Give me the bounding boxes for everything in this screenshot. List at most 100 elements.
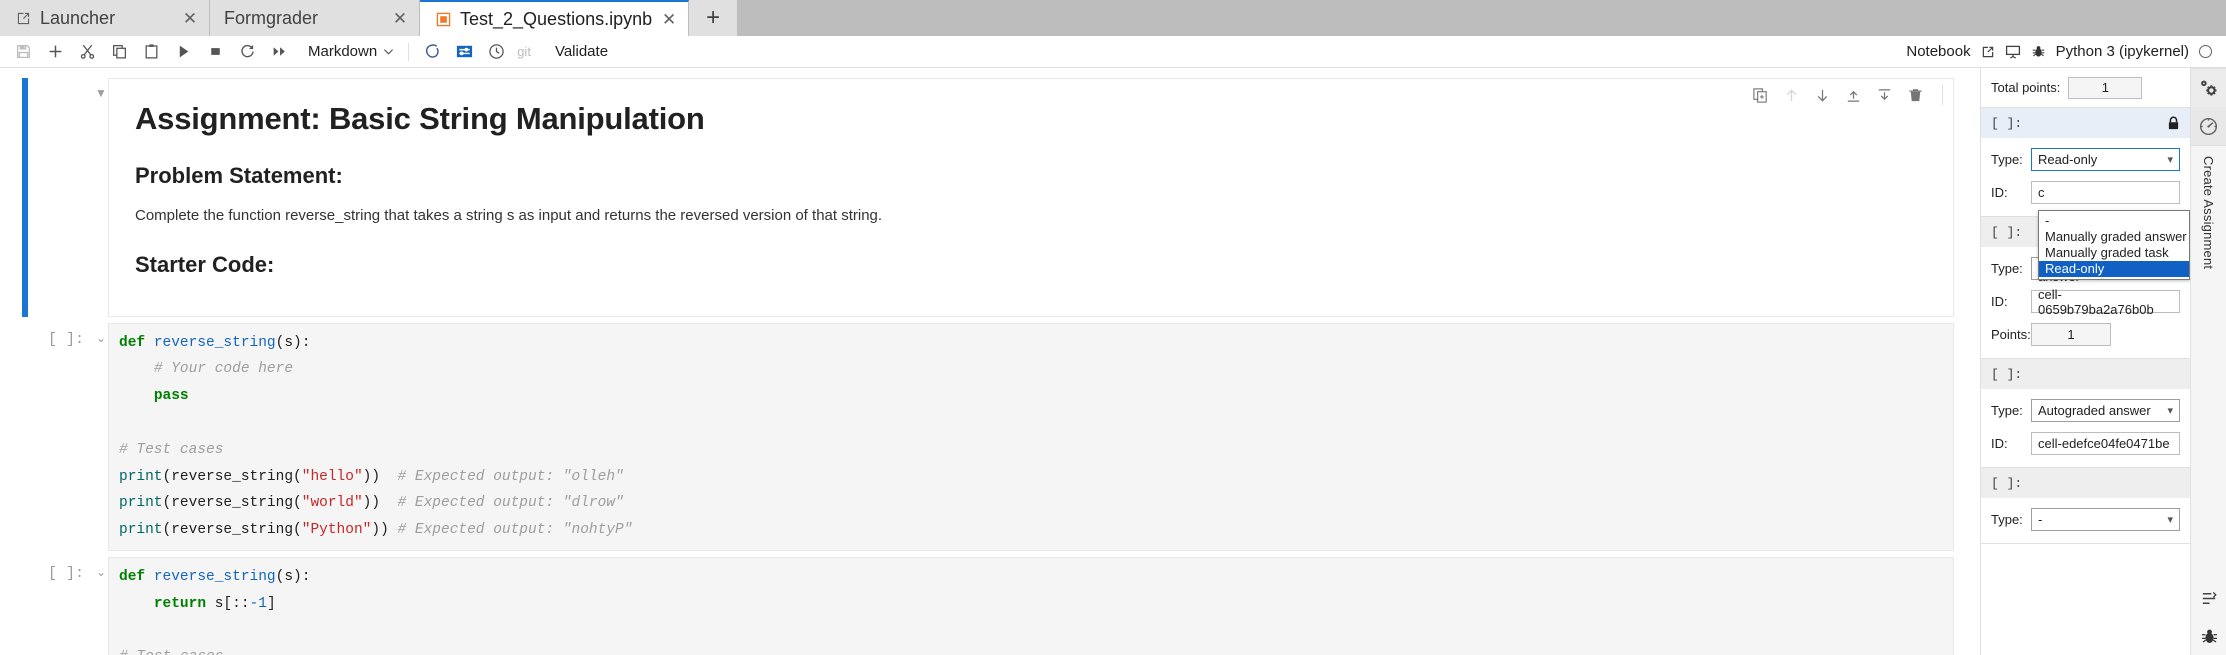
- run-icon[interactable]: [168, 39, 198, 65]
- section-heading-starter-code: Starter Code:: [135, 251, 275, 277]
- bug-icon[interactable]: [2031, 44, 2046, 59]
- id-label: ID:: [1991, 185, 2008, 200]
- clock-icon[interactable]: [481, 39, 511, 65]
- add-icon[interactable]: [40, 39, 70, 65]
- notebook-mode-label[interactable]: Notebook: [1906, 43, 1970, 60]
- toolbar-separator: [408, 42, 410, 61]
- cell-prompt: [28, 78, 94, 317]
- nbgrader-cell-4-header: [ ]:: [1981, 468, 2190, 498]
- nbgrader-create-assignment-panel: Total points: 1 [ ]: Type: Read-only ▾ I…: [1980, 68, 2190, 655]
- external-link-icon[interactable]: [1981, 45, 1995, 59]
- cell-type-select-3[interactable]: Autograded answer ▾: [2031, 399, 2180, 422]
- cell-id-input-3[interactable]: cell-edefce04fe0471be: [2031, 432, 2180, 455]
- kernel-name-label[interactable]: Python 3 (ipykernel): [2056, 43, 2189, 60]
- right-activity-bar: Create Assignment: [2190, 68, 2226, 655]
- id-label: ID:: [1991, 436, 2008, 451]
- cell-prompt-label: [ ]:: [1991, 224, 2023, 240]
- right-bar-bottom-group: [2191, 579, 2226, 655]
- notebook-toolbar: Markdown git Validate Notebook Python 3 …: [0, 36, 2226, 68]
- cell-collapser-icon[interactable]: ⌄: [94, 557, 108, 655]
- code-editor-2[interactable]: def reverse_string(s): return s[::-1] # …: [108, 557, 1954, 655]
- chevron-down-icon: ▾: [2167, 405, 2173, 417]
- code-source-2: def reverse_string(s): return s[::-1] # …: [119, 569, 311, 655]
- nbgrader-cell-1-header: [ ]:: [1981, 108, 2190, 138]
- total-points-label: Total points:: [1991, 80, 2061, 95]
- table-of-contents-icon[interactable]: [2191, 579, 2226, 617]
- new-tab-button[interactable]: +: [689, 0, 738, 36]
- save-icon[interactable]: [8, 39, 38, 65]
- cell-type-select-1-value: Read-only: [2038, 152, 2098, 167]
- notebook-cell-markdown[interactable]: ▼ Assignment: Basic String Manipulation …: [0, 78, 1980, 317]
- close-icon[interactable]: ✕: [660, 11, 678, 28]
- id-label: ID:: [1991, 294, 2008, 309]
- nbgrader-create-assignment-icon[interactable]: [449, 39, 479, 65]
- jupyterlab-window: Launcher ✕ Formgrader ✕ Test_2_Questions…: [0, 0, 2226, 655]
- restart-icon[interactable]: [232, 39, 262, 65]
- paste-icon[interactable]: [136, 39, 166, 65]
- dropdown-option-none[interactable]: -: [2039, 213, 2189, 229]
- cell-points-input-2[interactable]: 1: [2031, 323, 2111, 346]
- stop-icon[interactable]: [200, 39, 230, 65]
- dropdown-option-manually-graded-task[interactable]: Manually graded task: [2039, 245, 2189, 261]
- page-title: Assignment: Basic String Manipulation: [135, 101, 705, 136]
- cell-prompt-label: [ ]:: [1991, 115, 2023, 131]
- bug-icon[interactable]: [2191, 617, 2226, 655]
- tab-launcher[interactable]: Launcher ✕: [0, 0, 210, 36]
- nbgrader-cell-4: [ ]: Type: - ▾: [1981, 468, 2190, 544]
- cell-id-input-1[interactable]: c: [2031, 181, 2180, 204]
- cut-icon[interactable]: [72, 39, 102, 65]
- close-icon[interactable]: ✕: [391, 10, 409, 27]
- cell-prompt: [ ]:: [47, 565, 84, 582]
- dropdown-option-manually-graded-answer[interactable]: Manually graded answer: [2039, 229, 2189, 245]
- lock-icon: [2167, 116, 2180, 131]
- notebook-cell-code-2[interactable]: [ ]: ⌄ def reverse_string(s): return s[:…: [0, 557, 1980, 655]
- move-cell-down-icon[interactable]: [1814, 87, 1831, 104]
- cell-type-select-4[interactable]: - ▾: [2031, 508, 2180, 531]
- launcher-icon: [14, 9, 32, 27]
- cell-prompt-label: [ ]:: [1991, 475, 2023, 491]
- type-label: Type:: [1991, 261, 2023, 276]
- create-assignment-tab-label[interactable]: Create Assignment: [2201, 146, 2216, 279]
- cell-prompt-label: [ ]:: [1991, 366, 2023, 382]
- debugger-gauge-icon[interactable]: [2190, 107, 2226, 145]
- code-editor-1[interactable]: def reverse_string(s): # Your code here …: [108, 322, 1954, 551]
- property-inspector-icon[interactable]: [2191, 69, 2226, 107]
- cell-collapser-icon[interactable]: ⌄: [94, 323, 108, 552]
- cell-action-toolbar: [1752, 85, 1943, 105]
- plus-icon: +: [706, 4, 721, 31]
- kernel-status-area: Notebook Python 3 (ipykernel): [1906, 43, 2218, 60]
- nbgrader-cell-4-type-row: Type: - ▾: [1981, 498, 2190, 531]
- copy-icon[interactable]: [104, 39, 134, 65]
- cell-collapser-icon[interactable]: ▼: [94, 78, 108, 317]
- nbgrader-icon[interactable]: [417, 39, 447, 65]
- nbgrader-cell-3: [ ]: Type: Autograded answer ▾ ID: cell-…: [1981, 359, 2190, 468]
- code-editor-content[interactable]: def reverse_string(s): return s[::-1] # …: [109, 558, 1953, 655]
- presentation-icon[interactable]: [2005, 44, 2021, 60]
- close-icon[interactable]: ✕: [181, 10, 199, 27]
- delete-cell-icon[interactable]: [1907, 87, 1924, 104]
- tab-test-2-questions-notebook[interactable]: Test_2_Questions.ipynb ✕: [420, 0, 690, 36]
- insert-cell-below-icon[interactable]: [1876, 87, 1893, 104]
- cell-id-input-2[interactable]: cell-0659b79ba2a76b0b: [2031, 287, 2180, 317]
- cell-type-select-1[interactable]: Read-only ▾: [2031, 148, 2180, 171]
- total-points-row: Total points: 1: [1981, 68, 2190, 108]
- main-area: ▼ Assignment: Basic String Manipulation …: [0, 68, 2226, 655]
- points-label: Points:: [1991, 327, 2031, 342]
- tab-formgrader[interactable]: Formgrader ✕: [210, 0, 420, 36]
- nbgrader-cell-3-header: [ ]:: [1981, 359, 2190, 389]
- tab-label: Test_2_Questions.ipynb: [460, 8, 653, 29]
- insert-cell-above-icon[interactable]: [1845, 87, 1862, 104]
- restart-run-all-icon[interactable]: [264, 39, 294, 65]
- type-label: Type:: [1991, 403, 2023, 418]
- dropdown-option-read-only[interactable]: Read-only: [2039, 261, 2189, 277]
- code-editor-content[interactable]: def reverse_string(s): # Your code here …: [109, 323, 1953, 550]
- section-heading-problem-statement: Problem Statement:: [135, 163, 343, 188]
- notebook-cell-code-1[interactable]: [ ]: ⌄ def reverse_string(s): # Your cod…: [0, 322, 1980, 552]
- cell-type-dropdown-list[interactable]: - Manually graded answer Manually graded…: [2038, 210, 2190, 280]
- tab-label: Launcher: [40, 7, 116, 28]
- move-cell-up-icon[interactable]: [1783, 87, 1800, 104]
- duplicate-cell-icon[interactable]: [1752, 87, 1769, 104]
- cell-type-dropdown[interactable]: Markdown: [302, 41, 400, 62]
- markdown-rendered-content[interactable]: Assignment: Basic String Manipulation Pr…: [108, 78, 1954, 317]
- validate-button[interactable]: Validate: [547, 41, 616, 62]
